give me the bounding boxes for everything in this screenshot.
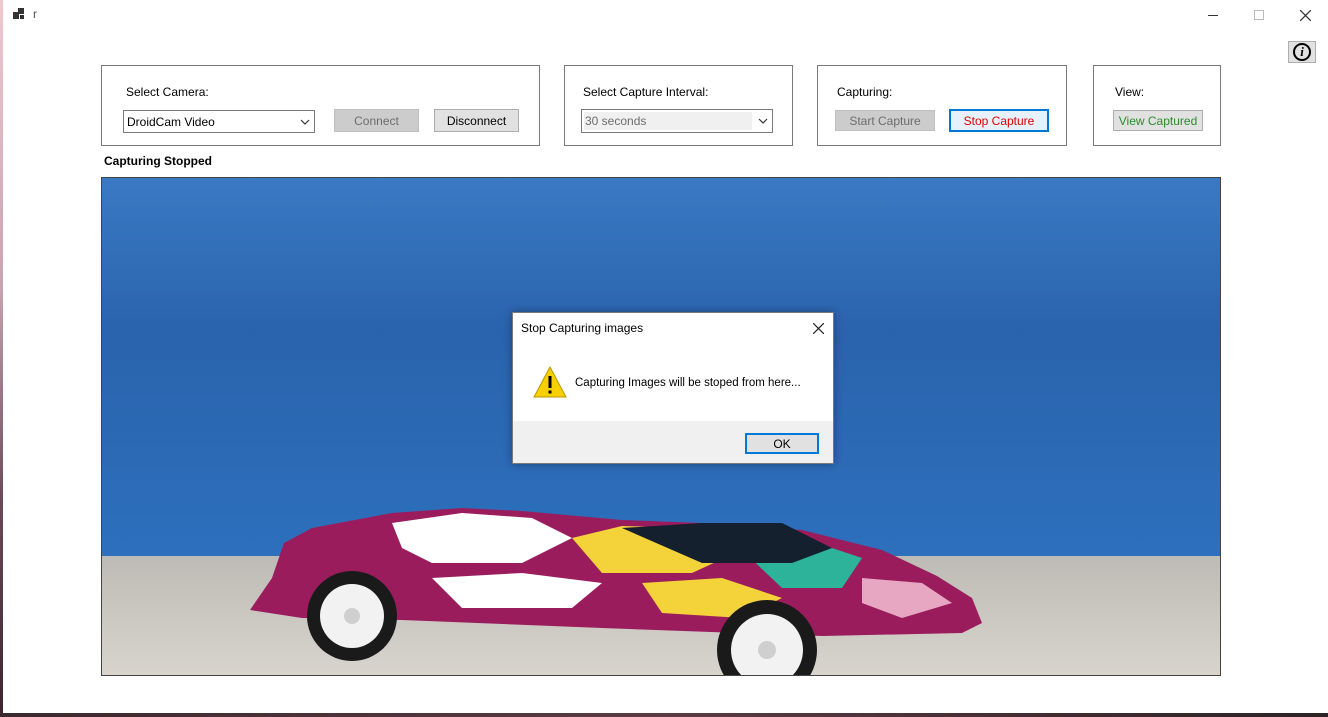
warning-icon — [533, 365, 567, 401]
camera-select-value: DroidCam Video — [127, 114, 215, 129]
stop-capture-dialog: Stop Capturing images Capturing Images w… — [512, 312, 834, 464]
camera-group-label: Select Camera: — [126, 85, 209, 99]
capturing-group-label: Capturing: — [837, 85, 893, 99]
window-title: r — [33, 7, 37, 21]
camera-group: Select Camera: DroidCam Video Connect Di… — [101, 65, 540, 146]
interval-select[interactable]: 30 seconds — [581, 109, 773, 133]
disconnect-button[interactable]: Disconnect — [434, 109, 519, 132]
connect-button[interactable]: Connect — [334, 109, 419, 132]
dialog-title: Stop Capturing images — [521, 321, 644, 335]
app-icon — [13, 8, 25, 20]
capturing-group: Capturing: Start Capture Stop Capture — [817, 65, 1067, 146]
stop-capture-button[interactable]: Stop Capture — [949, 109, 1049, 132]
view-group: View: View Captured — [1093, 65, 1221, 146]
info-button[interactable]: i — [1288, 41, 1316, 63]
ok-button[interactable]: OK — [745, 433, 819, 454]
interval-select-value: 30 seconds — [584, 112, 752, 130]
minimize-icon[interactable] — [1190, 0, 1236, 30]
info-icon: i — [1293, 43, 1311, 61]
camera-select[interactable]: DroidCam Video — [123, 110, 315, 133]
view-group-label: View: — [1115, 85, 1145, 99]
dialog-footer: OK — [513, 421, 833, 463]
chevron-down-icon — [754, 118, 772, 124]
interval-group-label: Select Capture Interval: — [583, 85, 709, 99]
dialog-message: Capturing Images will be stoped from her… — [575, 377, 801, 389]
interval-group: Select Capture Interval: 30 seconds — [564, 65, 793, 146]
start-capture-button[interactable]: Start Capture — [835, 110, 935, 131]
maximize-icon[interactable] — [1236, 0, 1282, 30]
view-captured-button[interactable]: View Captured — [1113, 110, 1203, 131]
capture-status: Capturing Stopped — [104, 154, 212, 168]
desktop-edge — [0, 0, 3, 717]
chevron-down-icon — [296, 119, 314, 125]
close-icon[interactable] — [1282, 0, 1328, 30]
desktop-edge-bottom — [0, 713, 1328, 717]
close-icon[interactable] — [809, 319, 827, 337]
